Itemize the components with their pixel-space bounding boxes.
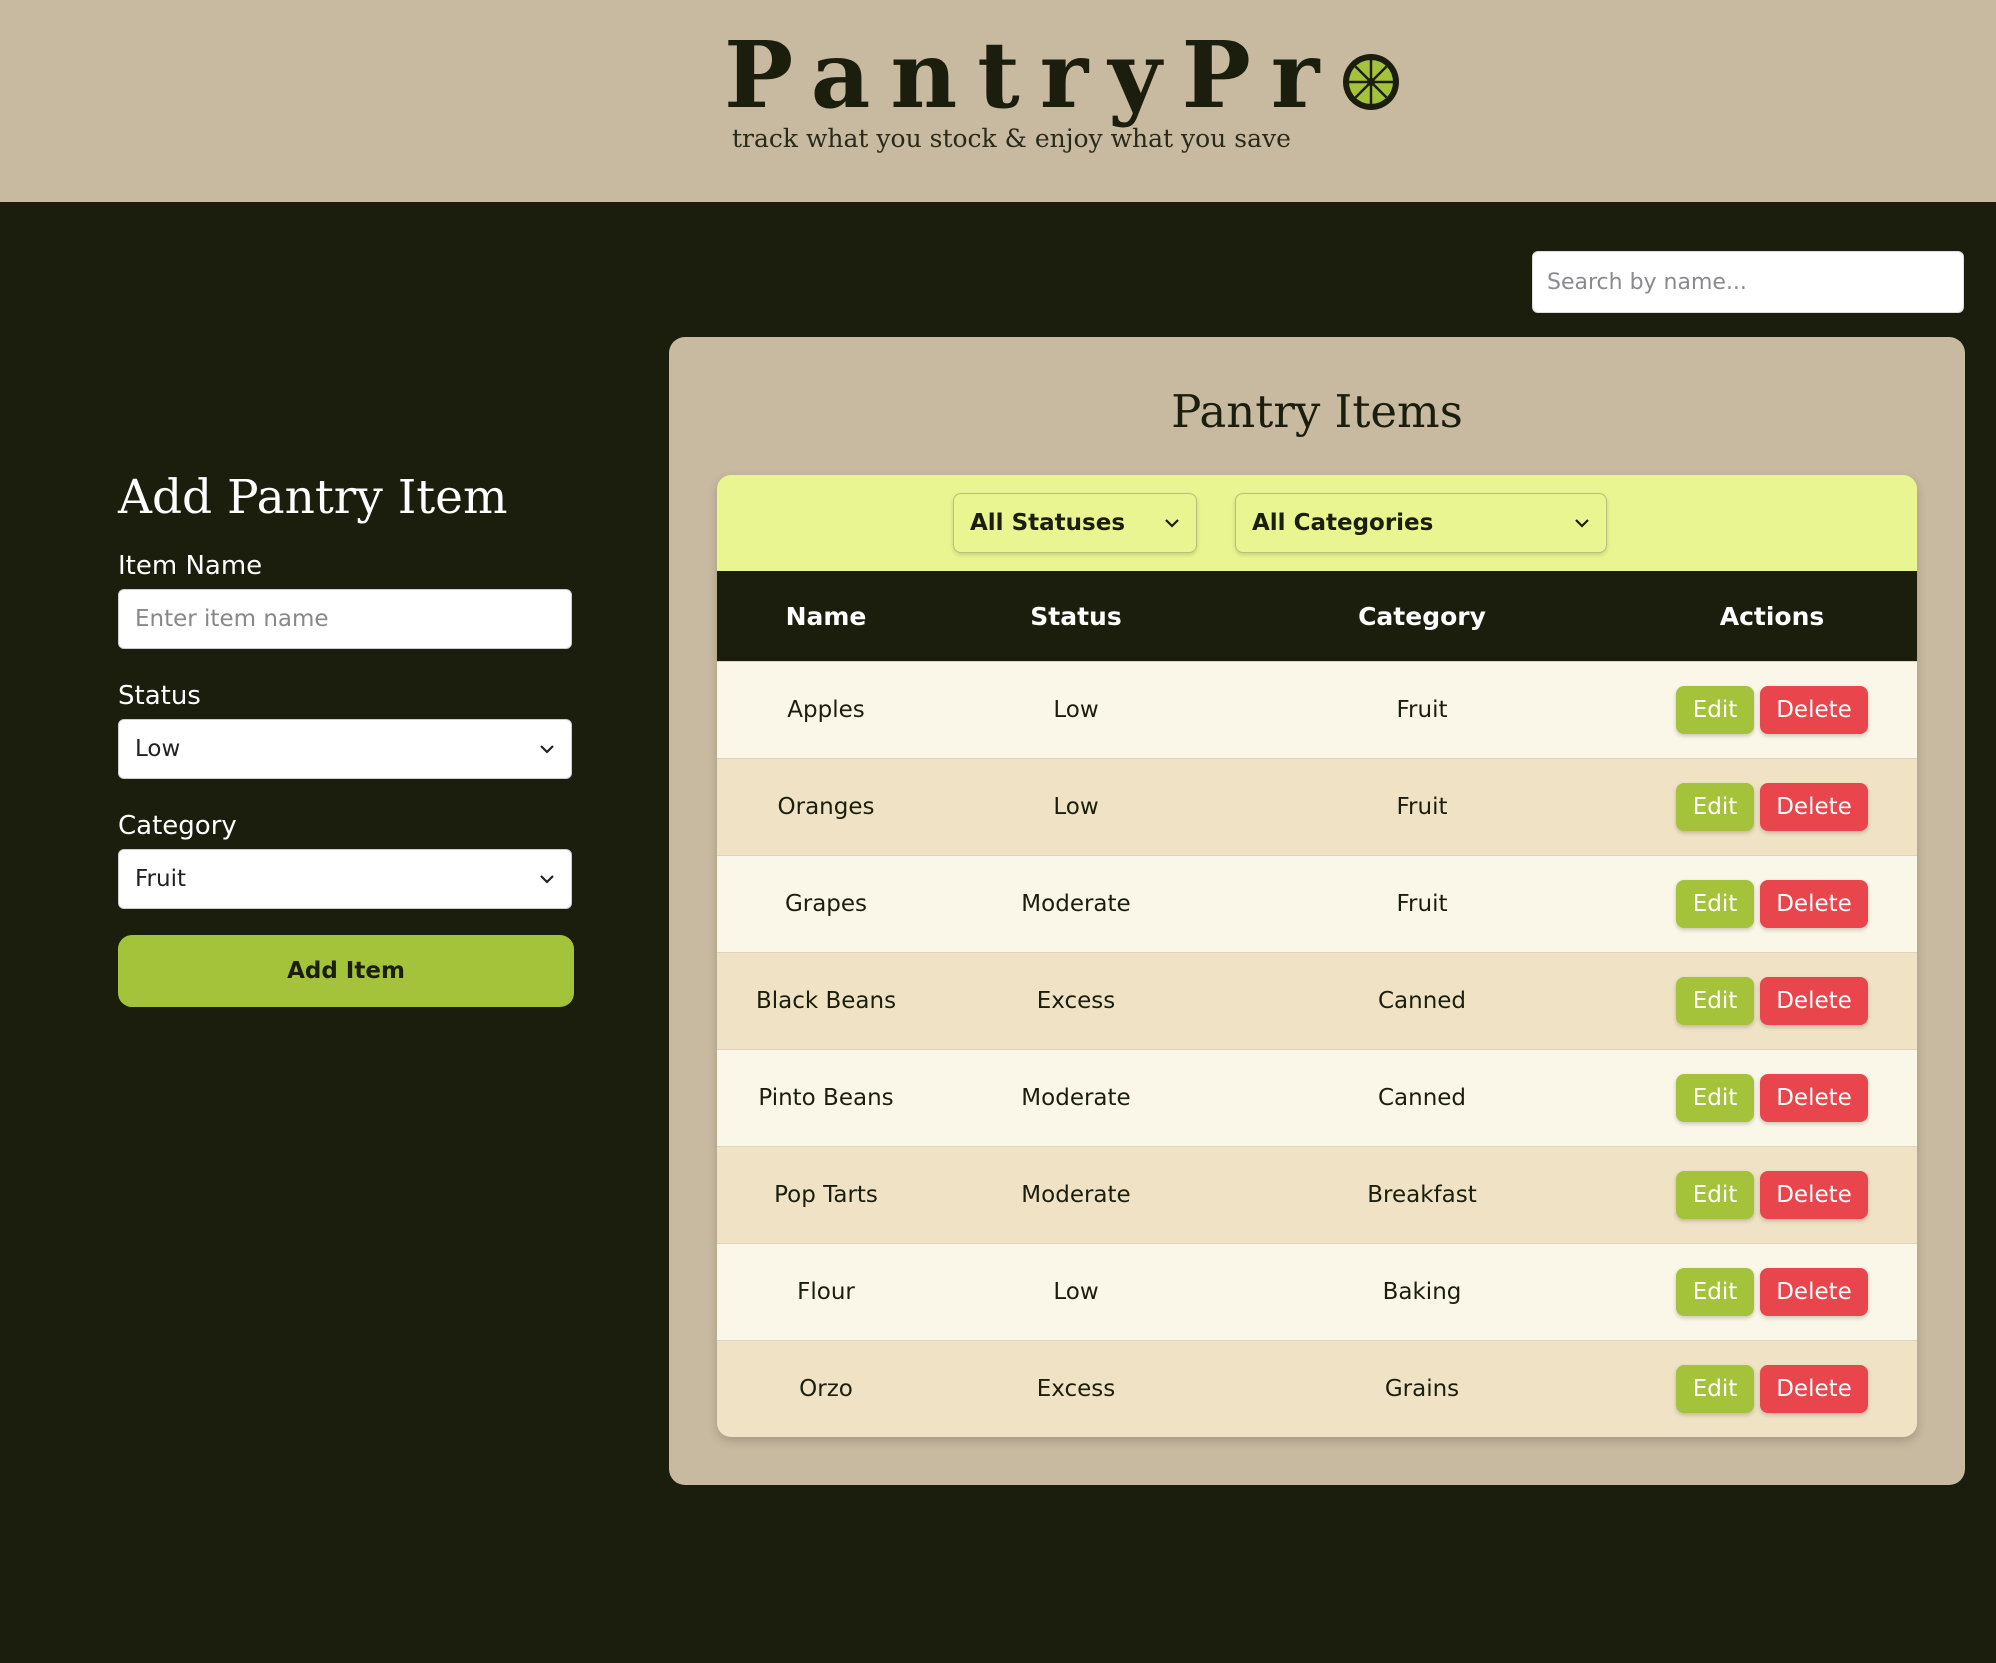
cell-category: Canned xyxy=(1377,1085,1467,1111)
cell-category: Grains xyxy=(1384,1376,1460,1402)
table-row: Pinto Beans Moderate Canned Edit Delete xyxy=(717,1049,1917,1146)
cell-name: Grapes xyxy=(784,891,868,917)
category-select-value: Fruit xyxy=(135,866,186,892)
cell-name: Flour xyxy=(797,1279,855,1305)
cell-status: Low xyxy=(1053,1279,1099,1305)
table-row: Black Beans Excess Canned Edit Delete xyxy=(717,952,1917,1049)
table-row: Apples Low Fruit Edit Delete xyxy=(717,661,1917,758)
add-item-button[interactable]: Add Item xyxy=(118,935,574,1007)
table-row: Flour Low Baking Edit Delete xyxy=(717,1243,1917,1340)
cell-actions: Edit Delete xyxy=(1627,1268,1917,1316)
table-row: Oranges Low Fruit Edit Delete xyxy=(717,758,1917,855)
edit-button[interactable]: Edit xyxy=(1676,880,1754,928)
chevron-down-icon xyxy=(540,875,554,884)
column-header-status[interactable]: Status xyxy=(935,602,1217,631)
delete-button[interactable]: Delete xyxy=(1760,1365,1868,1413)
pantry-items-title: Pantry Items xyxy=(1171,385,1463,438)
category-filter-value: All Categories xyxy=(1252,510,1434,536)
search-input[interactable] xyxy=(1532,251,1964,313)
edit-button[interactable]: Edit xyxy=(1676,686,1754,734)
cell-status: Low xyxy=(1053,697,1099,723)
table-row: Orzo Excess Grains Edit Delete xyxy=(717,1340,1917,1437)
chevron-down-icon xyxy=(540,745,554,754)
cell-category: Fruit xyxy=(1396,794,1448,820)
logo-text: PantryPr xyxy=(724,21,1340,129)
column-header-name[interactable]: Name xyxy=(717,602,935,631)
edit-button[interactable]: Edit xyxy=(1676,783,1754,831)
cell-actions: Edit Delete xyxy=(1627,977,1917,1025)
edit-button[interactable]: Edit xyxy=(1676,1074,1754,1122)
delete-button[interactable]: Delete xyxy=(1760,686,1868,734)
delete-button[interactable]: Delete xyxy=(1760,783,1868,831)
delete-button[interactable]: Delete xyxy=(1760,880,1868,928)
lime-slice-icon xyxy=(1343,54,1400,110)
cell-status: Moderate xyxy=(1021,1085,1131,1111)
delete-button[interactable]: Delete xyxy=(1760,977,1868,1025)
table-header: Name Status Category Actions xyxy=(717,571,1917,661)
add-form-title: Add Pantry Item xyxy=(118,470,508,525)
status-filter-value: All Statuses xyxy=(970,510,1126,536)
app-header: PantryPr track what you stock & enjoy wh… xyxy=(0,0,1996,202)
edit-button[interactable]: Edit xyxy=(1676,1365,1754,1413)
cell-actions: Edit Delete xyxy=(1627,1365,1917,1413)
column-header-actions: Actions xyxy=(1719,601,1825,631)
cell-actions: Edit Delete xyxy=(1627,880,1917,928)
chevron-down-icon xyxy=(1165,519,1179,528)
status-select[interactable]: Low xyxy=(118,719,572,779)
cell-actions: Edit Delete xyxy=(1627,783,1917,831)
status-label: Status xyxy=(118,681,201,711)
category-select[interactable]: Fruit xyxy=(118,849,572,909)
chevron-down-icon xyxy=(1575,519,1589,528)
delete-button[interactable]: Delete xyxy=(1760,1268,1868,1316)
add-item-form: Add Pantry Item Item Name Status Low Cat… xyxy=(118,470,574,1007)
cell-category: Canned xyxy=(1377,988,1467,1014)
delete-button[interactable]: Delete xyxy=(1760,1171,1868,1219)
cell-status: Moderate xyxy=(1021,891,1131,917)
cell-category: Fruit xyxy=(1396,891,1448,917)
cell-name: Pop Tarts xyxy=(774,1182,878,1208)
cell-category: Fruit xyxy=(1396,697,1448,723)
table-row: Pop Tarts Moderate Breakfast Edit Delete xyxy=(717,1146,1917,1243)
edit-button[interactable]: Edit xyxy=(1676,1171,1754,1219)
item-name-input[interactable] xyxy=(118,589,572,649)
category-filter-select[interactable]: All Categories xyxy=(1235,493,1607,553)
cell-name: Pinto Beans xyxy=(758,1085,894,1111)
cell-status: Excess xyxy=(1036,1376,1116,1402)
cell-name: Black Beans xyxy=(755,988,897,1014)
table-body: Apples Low Fruit Edit Delete Oranges Low Fruit E… xyxy=(717,661,1917,1437)
table-row: Grapes Moderate Fruit Edit Delete xyxy=(717,855,1917,952)
edit-button[interactable]: Edit xyxy=(1676,1268,1754,1316)
cell-actions: Edit Delete xyxy=(1627,1171,1917,1219)
filter-bar: All Statuses All Categories xyxy=(717,475,1917,571)
delete-button[interactable]: Delete xyxy=(1760,1074,1868,1122)
cell-actions: Edit Delete xyxy=(1627,686,1917,734)
pantry-table: All Statuses All Categories Name Status … xyxy=(717,475,1917,1437)
status-select-value: Low xyxy=(135,736,181,762)
app-logo[interactable]: PantryPr xyxy=(724,20,1401,130)
status-filter-select[interactable]: All Statuses xyxy=(953,493,1197,553)
cell-name: Orzo xyxy=(799,1376,853,1402)
edit-button[interactable]: Edit xyxy=(1676,977,1754,1025)
cell-status: Moderate xyxy=(1021,1182,1131,1208)
cell-name: Oranges xyxy=(777,794,875,820)
cell-status: Excess xyxy=(1036,988,1116,1014)
cell-category: Baking xyxy=(1382,1279,1462,1305)
pantry-items-card: Pantry Items All Statuses All Categories… xyxy=(669,337,1965,1485)
column-header-category[interactable]: Category xyxy=(1217,602,1627,631)
tagline-text: track what you stock & enjoy what you sa… xyxy=(732,124,1291,153)
category-label: Category xyxy=(118,811,237,841)
cell-category: Breakfast xyxy=(1367,1182,1477,1208)
cell-actions: Edit Delete xyxy=(1627,1074,1917,1122)
item-name-label: Item Name xyxy=(118,551,263,581)
cell-status: Low xyxy=(1053,794,1099,820)
cell-name: Apples xyxy=(787,697,865,723)
